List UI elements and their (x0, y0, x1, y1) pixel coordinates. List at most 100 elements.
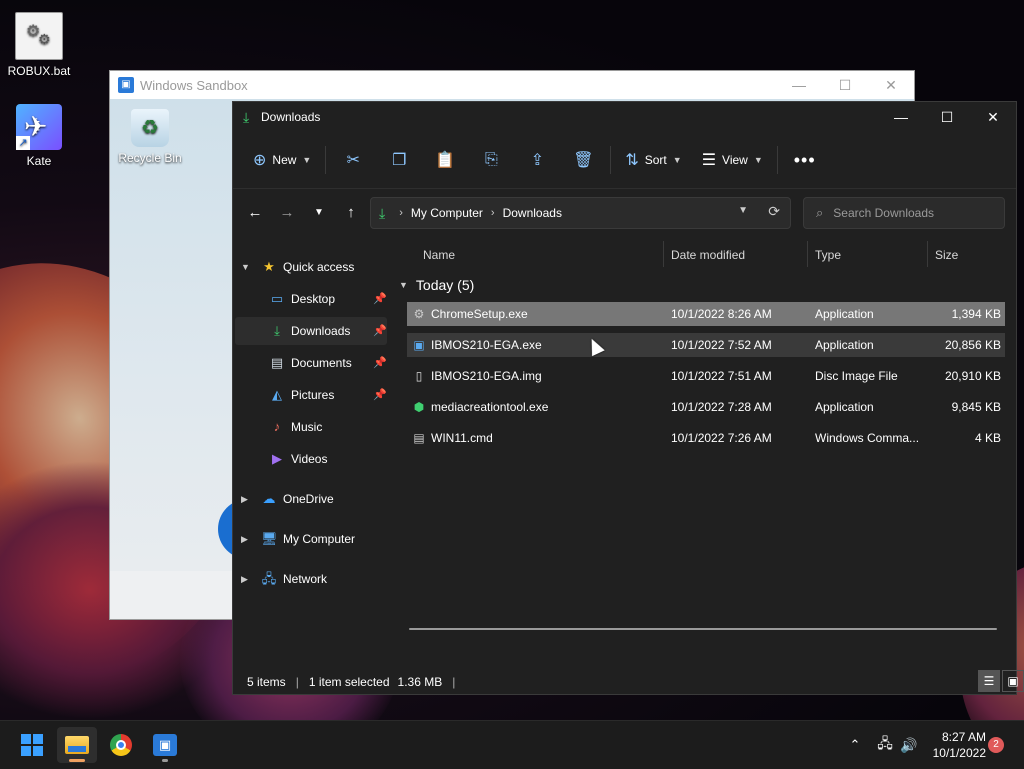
column-header-date[interactable]: Date modified (671, 239, 745, 271)
desktop-icon-label: ROBUX.bat (7, 64, 71, 78)
sandbox-close-button[interactable]: ✕ (868, 71, 914, 99)
address-dropdown-icon[interactable]: ▼ (738, 205, 748, 216)
running-indicator (162, 759, 168, 762)
desktop-icon-robux-bat[interactable]: ⚙ ⚙ ROBUX.bat (3, 12, 75, 78)
clock-date: 10/1/2022 (932, 746, 986, 760)
disc-image-icon: ▯ (415, 369, 423, 383)
chevron-right-icon: ▶ (241, 534, 248, 544)
search-icon: ⌕ (816, 205, 824, 220)
sidebar-item-label: Quick access (283, 260, 355, 274)
sandbox-recycle-bin[interactable]: ♻ Recycle Bin (118, 109, 182, 165)
breadcrumb-my-computer[interactable]: My Computer (411, 206, 483, 220)
desktop-folder-icon: ▭ (270, 291, 284, 306)
paste-button[interactable]: 📋 (422, 144, 468, 176)
delete-button[interactable]: 🗑 (560, 144, 606, 176)
sandbox-title: Windows Sandbox (140, 77, 248, 93)
explorer-titlebar[interactable]: ⤓ Downloads — ☐ ✕ (233, 102, 1016, 132)
maximize-button[interactable]: ☐ (924, 102, 970, 132)
file-name: mediacreationtool.exe (431, 400, 549, 414)
document-icon: ▤ (270, 355, 284, 370)
sidebar-item-desktop[interactable]: ▭ Desktop 📌 (269, 285, 387, 313)
address-bar[interactable]: ⤓ › My Computer › Downloads ▼ ⟳ (370, 197, 791, 229)
sidebar-item-pictures[interactable]: ◭ Pictures 📌 (269, 381, 387, 409)
application-icon: ▣ (413, 338, 425, 352)
sort-button[interactable]: ⇅ Sort ▼ (615, 144, 691, 176)
scissors-icon: ✂ (346, 152, 361, 169)
sidebar-item-music[interactable]: ♪ Music (269, 413, 387, 441)
sidebar-item-documents[interactable]: ▤ Documents 📌 (269, 349, 387, 377)
sort-label: Sort (644, 153, 667, 167)
sidebar-item-label: Music (291, 420, 323, 434)
recent-locations-button[interactable]: ▼ (303, 207, 335, 218)
installer-icon: ⚙ (413, 307, 425, 321)
file-row[interactable]: ⬢ mediacreationtool.exe 10/1/2022 7:28 A… (407, 395, 1005, 419)
desktop-icon-kate[interactable]: ✈ ↗ Kate (3, 104, 75, 168)
minimize-button[interactable]: — (878, 102, 924, 132)
taskbar-chrome[interactable] (101, 727, 141, 763)
search-input[interactable] (831, 205, 986, 221)
file-row[interactable]: ▯ IBMOS210-EGA.img 10/1/2022 7:51 AM Dis… (407, 364, 1005, 388)
pin-icon: 📌 (373, 357, 387, 369)
column-divider[interactable] (807, 241, 808, 267)
column-divider[interactable] (927, 241, 928, 267)
file-size: 1,394 KB (951, 307, 1001, 321)
sandbox-minimize-button[interactable]: — (776, 71, 822, 99)
column-header-type[interactable]: Type (815, 239, 841, 271)
share-button[interactable]: ⇪ (514, 144, 560, 176)
navigation-pane: ▼ ★ Quick access ▭ Desktop 📌 ⤓ Downloads… (233, 235, 391, 663)
refresh-icon[interactable]: ⟳ (768, 203, 780, 220)
network-icon: 🖧 (261, 571, 277, 586)
rename-button[interactable]: ⎘ (468, 144, 514, 176)
sandbox-maximize-button[interactable]: ☐ (822, 71, 868, 99)
file-type: Application (815, 400, 874, 414)
back-button[interactable]: ← (239, 204, 271, 221)
more-options-button[interactable]: ••• (782, 144, 828, 176)
sidebar-item-downloads[interactable]: ⤓ Downloads 📌 (235, 317, 387, 345)
sidebar-item-videos[interactable]: ▶ Videos (269, 445, 387, 473)
video-icon: ▶ (272, 451, 282, 466)
toolbar-divider (776, 146, 778, 174)
details-view-button[interactable]: ☰ (978, 670, 1000, 692)
show-hidden-icons-button[interactable]: ⌃ (846, 737, 864, 753)
up-button[interactable]: ↑ (335, 204, 367, 221)
taskbar-file-explorer[interactable] (57, 727, 97, 763)
desktop-icon-label: Kate (26, 154, 52, 168)
volume-icon[interactable]: 🔊 (898, 737, 920, 754)
cut-button[interactable]: ✂ (330, 144, 376, 176)
toolbar-divider (610, 146, 612, 174)
large-icons-view-button[interactable]: ▣ (1002, 670, 1024, 692)
sidebar-item-label: Desktop (291, 292, 336, 306)
column-header-size[interactable]: Size (935, 239, 958, 271)
forward-button[interactable]: → (271, 204, 303, 221)
sort-arrows-icon: ⇅ (625, 152, 639, 169)
status-divider: | (452, 675, 456, 689)
notification-badge[interactable]: 2 (988, 737, 1004, 753)
sidebar-item-network[interactable]: ▶ 🖧 Network (241, 565, 386, 593)
file-row[interactable]: ⚙ ChromeSetup.exe 10/1/2022 8:26 AM Appl… (407, 302, 1005, 326)
sidebar-item-onedrive[interactable]: ▶ ☁ OneDrive (241, 485, 386, 513)
sidebar-item-label: My Computer (283, 532, 356, 546)
column-divider[interactable] (663, 241, 664, 267)
status-selected: 1 item selected (308, 675, 390, 689)
taskbar-windows-sandbox[interactable]: ▣ (145, 727, 185, 763)
close-button[interactable]: ✕ (970, 102, 1016, 132)
sidebar-quick-access[interactable]: ▼ ★ Quick access (241, 253, 386, 281)
clipboard-icon: 📋 (435, 152, 456, 169)
copy-button[interactable]: ❐ (376, 144, 422, 176)
horizontal-scrollbar[interactable] (409, 628, 997, 630)
search-box[interactable]: ⌕ (803, 197, 1005, 229)
sidebar-item-my-computer[interactable]: ▶ 🖥 My Computer (241, 525, 386, 553)
sandbox-icon: ▣ (118, 77, 134, 93)
view-button[interactable]: ☰ View ▼ (692, 144, 773, 176)
new-button[interactable]: ⊕ New ▼ (243, 144, 321, 176)
clock[interactable]: 8:27 AM 10/1/2022 (933, 729, 986, 761)
group-header-today[interactable]: ▼ Today (5) (399, 277, 474, 293)
file-row[interactable]: ▤ WIN11.cmd 10/1/2022 7:26 AM Windows Co… (407, 426, 1005, 450)
sidebar-item-label: OneDrive (283, 492, 334, 506)
network-status-icon[interactable]: 🖧 (872, 733, 898, 757)
breadcrumb-downloads[interactable]: Downloads (503, 206, 562, 220)
list-view-icon: ☰ (701, 152, 717, 169)
start-button[interactable] (12, 727, 52, 763)
column-header-name[interactable]: Name (423, 239, 455, 271)
file-row[interactable]: ▣ IBMOS210-EGA.exe 10/1/2022 7:52 AM App… (407, 333, 1005, 357)
